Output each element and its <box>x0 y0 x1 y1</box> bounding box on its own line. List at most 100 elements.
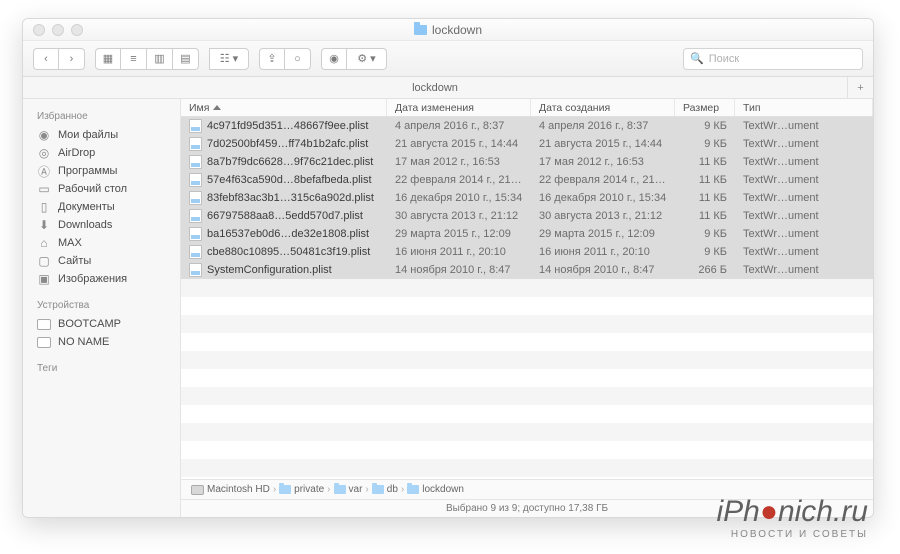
empty-row <box>181 441 873 459</box>
docs-icon: ▯ <box>37 201 51 213</box>
back-button[interactable]: ‹ <box>33 48 59 70</box>
icon-view-button[interactable]: ▦ <box>95 48 121 70</box>
action-menu-button[interactable]: ⚙ ▾ <box>347 48 387 70</box>
file-name: 57e4f63ca590d…8befafbeda.plist <box>207 174 372 186</box>
empty-row <box>181 279 873 297</box>
file-rows: 4c971fd95d351…48667f9ee.plist4 апреля 20… <box>181 117 873 479</box>
path-segment[interactable]: lockdown <box>407 484 464 495</box>
empty-row <box>181 297 873 315</box>
tags-button[interactable]: ○ <box>285 48 311 70</box>
arrange-group: ☷ ▾ <box>209 48 249 70</box>
table-row[interactable]: 66797588aa8…5edd570d7.plist30 августа 20… <box>181 207 873 225</box>
empty-row <box>181 333 873 351</box>
file-type: TextWr…ument <box>735 246 873 258</box>
path-segment[interactable]: db <box>372 484 398 495</box>
file-name: 83febf83ac3b1…315c6a902d.plist <box>207 192 374 204</box>
nav-buttons: ‹ › <box>33 48 85 70</box>
column-view-button[interactable]: ▥ <box>147 48 173 70</box>
file-created: 17 мая 2012 г., 16:53 <box>531 156 675 168</box>
file-name: 66797588aa8…5edd570d7.plist <box>207 210 363 222</box>
path-segment[interactable]: var <box>334 484 363 495</box>
file-modified: 16 декабря 2010 г., 15:34 <box>387 192 531 204</box>
table-row[interactable]: ba16537eb0d6…de32e1808.plist29 марта 201… <box>181 225 873 243</box>
column-name[interactable]: Имя <box>181 99 387 116</box>
file-size: 266 Б <box>675 264 735 276</box>
search-input[interactable]: 🔍 Поиск <box>683 48 863 70</box>
share-button[interactable]: ⇪ <box>259 48 285 70</box>
sidebar-item-pictures[interactable]: ▣Изображения <box>23 270 180 288</box>
file-size: 9 КБ <box>675 120 735 132</box>
file-icon <box>189 155 202 169</box>
file-name: 8a7b7f9dc6628…9f76c21dec.plist <box>207 156 373 168</box>
titlebar[interactable]: lockdown <box>23 19 873 41</box>
tab-lockdown[interactable]: lockdown <box>23 77 847 98</box>
table-row[interactable]: cbe880c10895…50481c3f19.plist16 июня 201… <box>181 243 873 261</box>
sidebar-item-folder[interactable]: ▢Сайты <box>23 252 180 270</box>
file-type: TextWr…ument <box>735 120 873 132</box>
file-type: TextWr…ument <box>735 138 873 150</box>
sidebar-item-user[interactable]: ◉Mои файлы <box>23 126 180 144</box>
empty-row <box>181 387 873 405</box>
file-size: 11 КБ <box>675 192 735 204</box>
tab-bar: lockdown + <box>23 77 873 99</box>
folder-icon <box>372 485 384 494</box>
forward-button[interactable]: › <box>59 48 85 70</box>
file-created: 14 ноября 2010 г., 8:47 <box>531 264 675 276</box>
sidebar-item-airdrop[interactable]: ◎AirDrop <box>23 144 180 162</box>
minimize-icon[interactable] <box>52 24 64 36</box>
file-size: 9 КБ <box>675 246 735 258</box>
empty-row <box>181 315 873 333</box>
arrange-button[interactable]: ☷ ▾ <box>209 48 249 70</box>
table-row[interactable]: 83febf83ac3b1…315c6a902d.plist 16 декабря… <box>181 189 873 207</box>
sidebar-tags-header: Теги <box>23 359 180 378</box>
sidebar-item-downloads[interactable]: ⬇Downloads <box>23 216 180 234</box>
sidebar-device[interactable]: BOOTCAMP <box>23 315 180 333</box>
sidebar-item-apps[interactable]: ⒶПрограммы <box>23 162 180 180</box>
sidebar-item-home[interactable]: ⌂MAX <box>23 234 180 252</box>
toolbar: ‹ › ▦ ≡ ▥ ▤ ☷ ▾ ⇪ ○ ◉ ⚙ ▾ 🔍 Поиск <box>23 41 873 77</box>
folder-icon <box>414 25 427 35</box>
sidebar-device[interactable]: NO NAME <box>23 333 180 351</box>
table-row[interactable]: SystemConfiguration.plist 14 ноября 2010 … <box>181 261 873 279</box>
column-type[interactable]: Тип <box>735 99 873 116</box>
zoom-icon[interactable] <box>71 24 83 36</box>
sidebar-item-docs[interactable]: ▯Документы <box>23 198 180 216</box>
file-modified: 22 февраля 2014 г., 21:54 <box>387 174 531 186</box>
sidebar-item-desktop[interactable]: ▭Рабочий стол <box>23 180 180 198</box>
file-size: 11 КБ <box>675 210 735 222</box>
file-type: TextWr…ument <box>735 156 873 168</box>
empty-row <box>181 459 873 477</box>
close-icon[interactable] <box>33 24 45 36</box>
path-segment[interactable]: private <box>279 484 324 495</box>
table-row[interactable]: 7d02500bf459…ff74b1b2afc.plist21 августа… <box>181 135 873 153</box>
path-segment[interactable]: Macintosh HD <box>191 484 270 495</box>
home-icon: ⌂ <box>37 237 51 249</box>
sidebar-favorites-header: Избранное <box>23 107 180 126</box>
sidebar-item-label: BOOTCAMP <box>58 318 121 330</box>
new-tab-button[interactable]: + <box>847 77 873 98</box>
folder-icon <box>407 485 419 494</box>
file-created: 16 июня 2011 г., 20:10 <box>531 246 675 258</box>
table-row[interactable]: 8a7b7f9dc6628…9f76c21dec.plist 17 мая 201… <box>181 153 873 171</box>
column-created[interactable]: Дата создания <box>531 99 675 116</box>
coverflow-view-button[interactable]: ▤ <box>173 48 199 70</box>
sidebar-item-label: NO NAME <box>58 336 109 348</box>
file-name: SystemConfiguration.plist <box>207 264 332 276</box>
empty-row <box>181 369 873 387</box>
sidebar-item-label: Downloads <box>58 219 112 231</box>
table-row[interactable]: 4c971fd95d351…48667f9ee.plist4 апреля 20… <box>181 117 873 135</box>
file-modified: 17 мая 2012 г., 16:53 <box>387 156 531 168</box>
file-name: 7d02500bf459…ff74b1b2afc.plist <box>207 138 368 150</box>
user-icon: ◉ <box>37 129 51 141</box>
airdrop-icon: ◎ <box>37 147 51 159</box>
column-modified[interactable]: Дата изменения <box>387 99 531 116</box>
list-view-button[interactable]: ≡ <box>121 48 147 70</box>
disk-icon <box>37 318 51 330</box>
column-size[interactable]: Размер <box>675 99 735 116</box>
file-size: 11 КБ <box>675 174 735 186</box>
quicklook-button[interactable]: ◉ <box>321 48 347 70</box>
table-row[interactable]: 57e4f63ca590d…8befafbeda.plist 22 февраля… <box>181 171 873 189</box>
disk-icon <box>37 336 51 348</box>
file-created: 16 декабря 2010 г., 15:34 <box>531 192 675 204</box>
file-created: 29 марта 2015 г., 12:09 <box>531 228 675 240</box>
